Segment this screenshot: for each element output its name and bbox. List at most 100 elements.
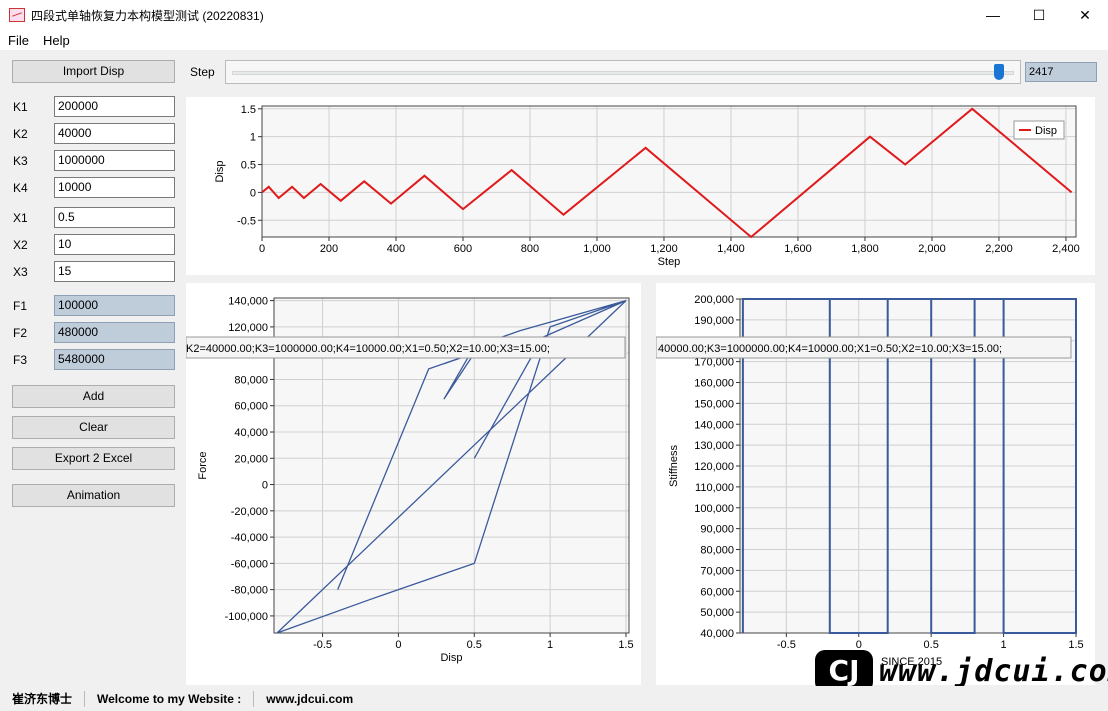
y-tick-label: 150,000	[694, 398, 734, 410]
y-tick-label: 120,000	[228, 322, 268, 334]
export-excel-button[interactable]: Export 2 Excel	[12, 447, 175, 470]
x-tick-label: 600	[454, 243, 472, 255]
y-tick-label: -40,000	[231, 532, 268, 544]
f1-label: F1	[13, 299, 28, 313]
title-bar: 四段式单轴恢复力本构模型测试 (20220831) — ☐ ✕	[0, 0, 1108, 30]
x3-label: X3	[13, 265, 28, 279]
app-icon	[9, 8, 25, 22]
f3-label: F3	[13, 353, 28, 367]
plot-area	[262, 106, 1076, 237]
y-tick-label: 60,000	[234, 401, 268, 413]
y-tick-label: 190,000	[694, 315, 734, 327]
f2-output: 480000	[54, 322, 175, 343]
clear-button[interactable]: Clear	[12, 416, 175, 439]
minimize-button[interactable]: —	[970, 0, 1016, 30]
close-button[interactable]: ✕	[1062, 0, 1108, 30]
x-tick-label: 400	[387, 243, 405, 255]
k3-input[interactable]: 1000000	[54, 150, 175, 171]
x-tick-label: 1,200	[650, 243, 678, 255]
x-tick-label: 1,800	[851, 243, 879, 255]
disp-chart: 0 200 400 600 800 1,000 1,200 1,400 1,600 1,800 2,…	[214, 104, 1080, 268]
y-tick-label: 20,000	[234, 453, 268, 465]
y-tick-label: 80,000	[234, 374, 268, 386]
x-tick-label: -0.5	[777, 639, 796, 651]
x-tick-label: -0.5	[313, 639, 332, 651]
y-tick-label: 80,000	[700, 545, 734, 557]
slider-thumb[interactable]	[994, 64, 1005, 80]
status-bar: 崔济东博士 Welcome to my Website : www.jdcui.…	[0, 686, 1108, 711]
k4-input[interactable]: 10000	[54, 177, 175, 198]
y-tick-label: 140,000	[228, 296, 268, 308]
x-tick-label: 0	[259, 243, 265, 255]
stiffness-chart-panel: -0.5 0 0.5 1 1.5 40,000 50,000 60,000 70,000 80,0…	[655, 283, 1095, 685]
x-axis-label: Disp	[440, 652, 462, 664]
slider-track	[232, 71, 1014, 75]
tooltip: K2=40000.00;K3=1000000.00;K4=10000.00;X1…	[185, 336, 626, 359]
y-tick-label: 70,000	[700, 565, 734, 577]
force-chart-panel: -0.5 0 0.5 1 1.5 -100,000 -80,000 -60,000 -40,00…	[185, 283, 641, 685]
y-tick-label: -100,000	[225, 611, 268, 623]
x1-label: X1	[13, 211, 28, 225]
y-tick-label: 110,000	[695, 482, 734, 494]
tooltip-text: K2=40000.00;K3=1000000.00;K4=10000.00;X1…	[186, 343, 550, 355]
y-tick-label: 1.5	[241, 104, 256, 116]
x3-input[interactable]: 15	[54, 261, 175, 282]
x-tick-label: 1.5	[618, 639, 633, 651]
add-button[interactable]: Add	[12, 385, 175, 408]
y-tick-label: 0	[250, 187, 256, 199]
y-tick-label: 60,000	[700, 586, 734, 598]
step-slider[interactable]	[225, 60, 1021, 84]
f1-output: 100000	[54, 295, 175, 316]
y-tick-label: 140,000	[694, 419, 734, 431]
y-tick-label: 130,000	[694, 440, 734, 452]
tooltip: 40000.00;K3=1000000.00;K4=10000.00;X1=0.…	[655, 336, 1072, 359]
k4-label: K4	[13, 181, 28, 195]
menu-bar: File Help	[0, 30, 1108, 50]
x-tick-label: 1,400	[717, 243, 745, 255]
y-axis-label: Force	[197, 451, 209, 479]
k1-input[interactable]: 200000	[54, 96, 175, 117]
x-axis-label: Step	[658, 256, 681, 268]
tooltip-text: 40000.00;K3=1000000.00;K4=10000.00;X1=0.…	[658, 343, 1002, 355]
x-tick-label: 2,200	[985, 243, 1013, 255]
legend: Disp	[1013, 120, 1065, 140]
x2-label: X2	[13, 238, 28, 252]
y-tick-label: 0.5	[241, 160, 256, 172]
step-value-box: 2417	[1025, 62, 1097, 82]
y-tick-label: -60,000	[231, 558, 268, 570]
status-welcome: Welcome to my Website :	[85, 690, 255, 707]
force-chart: -0.5 0 0.5 1 1.5 -100,000 -80,000 -60,000 -40,00…	[185, 296, 634, 664]
x-tick-label: 0	[395, 639, 401, 651]
x-tick-label: 2,000	[918, 243, 946, 255]
y-axis-label: Stiffness	[668, 445, 680, 487]
x-tick-label: 2,400	[1052, 243, 1080, 255]
f3-output: 5480000	[54, 349, 175, 370]
step-label: Step	[190, 65, 215, 79]
y-tick-label: -80,000	[231, 585, 268, 597]
animation-button[interactable]: Animation	[12, 484, 175, 507]
x-tick-label: 1,600	[784, 243, 812, 255]
import-disp-button[interactable]: Import Disp	[12, 60, 175, 83]
k1-label: K1	[13, 100, 28, 114]
watermark-text: www.jdcui.com	[879, 653, 1108, 689]
k2-input[interactable]: 40000	[54, 123, 175, 144]
y-tick-label: 40,000	[700, 628, 734, 640]
x1-input[interactable]: 0.5	[54, 207, 175, 228]
menu-file[interactable]: File	[1, 33, 36, 48]
status-author: 崔济东博士	[0, 690, 86, 707]
y-tick-label: 200,000	[694, 294, 734, 306]
disp-chart-panel: 0 200 400 600 800 1,000 1,200 1,400 1,600 1,800 2,…	[186, 97, 1095, 275]
legend-label: Disp	[1035, 125, 1057, 137]
maximize-button[interactable]: ☐	[1016, 0, 1062, 30]
stiffness-chart: -0.5 0 0.5 1 1.540,00050,00060,00070,00080,0…	[655, 294, 1084, 668]
y-tick-label: 100,000	[694, 503, 734, 515]
x-tick-label: 800	[521, 243, 539, 255]
y-tick-label: 90,000	[700, 524, 734, 536]
k3-label: K3	[13, 154, 28, 168]
x2-input[interactable]: 10	[54, 234, 175, 255]
status-site[interactable]: www.jdcui.com	[254, 691, 365, 707]
menu-help[interactable]: Help	[36, 33, 77, 48]
window-title: 四段式单轴恢复力本构模型测试 (20220831)	[31, 8, 264, 23]
x-tick-label: 1,000	[583, 243, 611, 255]
y-tick-label: 1	[250, 132, 256, 144]
